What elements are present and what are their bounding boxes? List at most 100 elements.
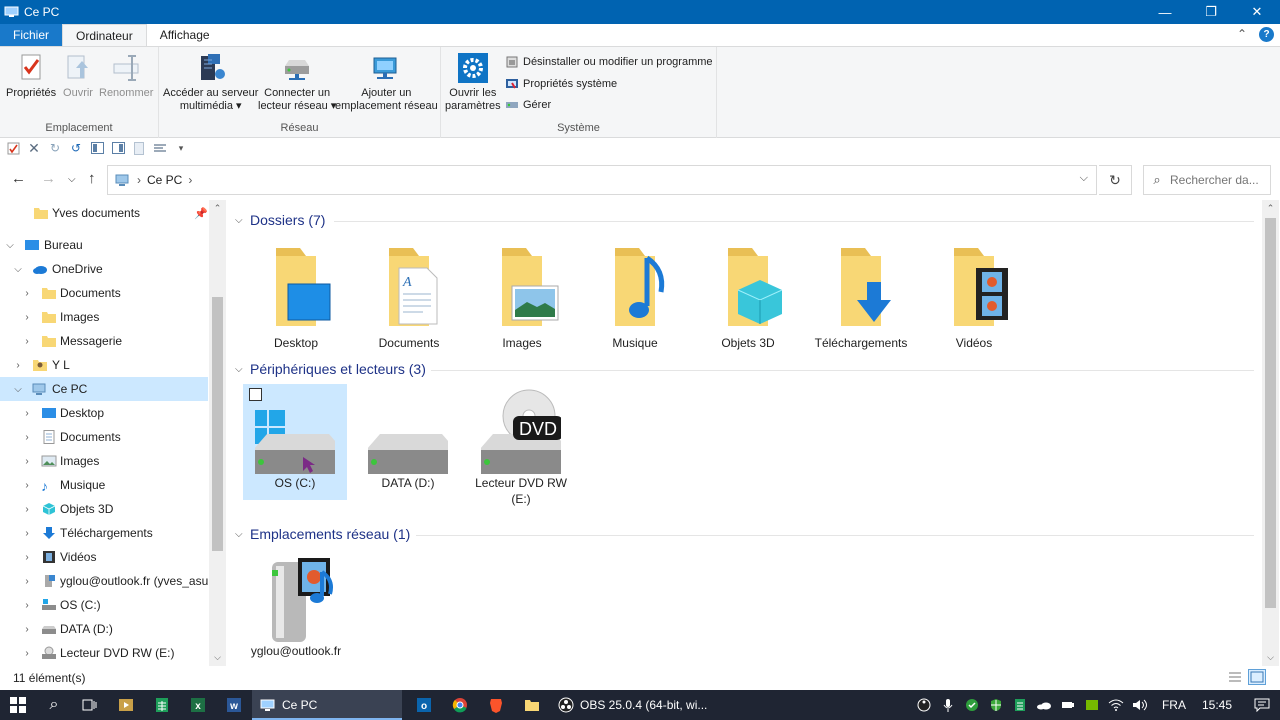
address-dropdown-icon[interactable]: ⌵: [1080, 172, 1088, 185]
chevron-down-icon[interactable]: ⌵: [12, 384, 24, 395]
chevron-right-icon[interactable]: ›: [21, 600, 33, 611]
drive-d[interactable]: DATA (D:): [356, 384, 460, 491]
scroll-up-icon[interactable]: ⌃: [1262, 203, 1279, 214]
chevron-right-icon[interactable]: ›: [21, 456, 33, 467]
up-arrow-icon[interactable]: ↑: [88, 170, 96, 187]
layout-icon[interactable]: [153, 141, 167, 155]
pane-icon[interactable]: [90, 141, 104, 155]
taskbar-app-media[interactable]: [108, 690, 144, 720]
tab-computer[interactable]: Ordinateur: [62, 24, 147, 46]
refresh-button[interactable]: ↻: [1099, 165, 1132, 195]
chevron-down-icon[interactable]: ⌵: [4, 240, 16, 251]
nav-item-onedrive-images[interactable]: › Images: [0, 305, 208, 329]
taskbar-app-outlook[interactable]: o: [406, 690, 442, 720]
folder-images[interactable]: Images: [470, 244, 574, 351]
add-network-location-button[interactable]: Ajouter un emplacement réseau: [335, 52, 438, 113]
map-network-drive-button[interactable]: Connecter un lecteur réseau ▾: [258, 52, 336, 113]
microphone-icon[interactable]: [936, 690, 960, 720]
large-icons-view-button[interactable]: [1248, 669, 1266, 685]
chevron-down-icon[interactable]: ⌵: [235, 364, 243, 375]
taskbar-app-sheets[interactable]: [144, 690, 180, 720]
taskbar-clock[interactable]: 15:45: [1202, 698, 1232, 712]
sheet-tray-icon[interactable]: [1008, 690, 1032, 720]
wifi-icon[interactable]: [1104, 690, 1128, 720]
taskbar-app-obs[interactable]: OBS 25.0.4 (64-bit, wi...: [550, 690, 715, 720]
chevron-right-icon[interactable]: ›: [21, 432, 33, 443]
chevron-right-icon[interactable]: ›: [21, 576, 33, 587]
scroll-down-icon[interactable]: ⌵: [1262, 652, 1279, 663]
chevron-right-icon[interactable]: ›: [21, 288, 33, 299]
maximize-button[interactable]: ❐: [1188, 0, 1234, 24]
nav-item-bureau[interactable]: ⌵ Bureau: [0, 233, 208, 257]
taskbar-app-chrome[interactable]: [442, 690, 478, 720]
chevron-right-icon[interactable]: ›: [21, 624, 33, 635]
taskbar-app-explorer[interactable]: Ce PC: [252, 690, 402, 720]
tab-view[interactable]: Affichage: [147, 24, 223, 46]
nav-item-onedrive-documents[interactable]: › Documents: [0, 281, 208, 305]
nav-item-pc-downloads[interactable]: › Téléchargements: [0, 521, 208, 545]
nav-item-user-yl[interactable]: › Y L: [0, 353, 208, 377]
address-bar[interactable]: › Ce PC › ⌵: [107, 165, 1097, 195]
taskbar-app-brave[interactable]: [478, 690, 514, 720]
scroll-down-icon[interactable]: ⌵: [209, 652, 226, 663]
preview-pane-icon[interactable]: [111, 141, 125, 155]
nav-item-onedrive[interactable]: ⌵ OneDrive: [0, 257, 208, 281]
customize-toolbar-icon[interactable]: ▾: [174, 141, 188, 155]
chevron-right-icon[interactable]: ›: [21, 336, 33, 347]
notifications-icon[interactable]: [1244, 690, 1280, 720]
taskbar-app-excel[interactable]: x: [180, 690, 216, 720]
chevron-right-icon[interactable]: ›: [21, 408, 33, 419]
task-view-button[interactable]: [72, 690, 108, 720]
nav-item-messagerie[interactable]: › Messagerie: [0, 329, 208, 353]
scroll-up-icon[interactable]: ⌃: [209, 203, 226, 214]
nav-item-this-pc[interactable]: ⌵ Ce PC: [0, 377, 208, 401]
section-devices-header[interactable]: ⌵ Périphériques et lecteurs (3): [235, 361, 426, 377]
properties-button[interactable]: Propriétés: [6, 52, 56, 100]
section-folders-header[interactable]: ⌵ Dossiers (7): [235, 212, 325, 228]
nav-item-drive-e[interactable]: › Lecteur DVD RW (E:): [0, 641, 208, 665]
nav-item-pc-documents[interactable]: › Documents: [0, 425, 208, 449]
section-network-header[interactable]: ⌵ Emplacements réseau (1): [235, 526, 410, 542]
media-server-button[interactable]: Accéder au serveur multimédia ▾: [163, 52, 258, 113]
tab-file[interactable]: Fichier: [0, 24, 63, 46]
page-icon[interactable]: [132, 141, 146, 155]
nav-item-network-location[interactable]: › yglou@outlook.fr (yves_asus: [0, 569, 208, 593]
usb-drive-icon[interactable]: [1056, 690, 1080, 720]
taskbar-app-folder[interactable]: [514, 690, 550, 720]
nav-item-drive-d[interactable]: › DATA (D:): [0, 617, 208, 641]
manage-button[interactable]: Gérer: [505, 98, 551, 112]
system-properties-button[interactable]: Propriétés système: [505, 77, 617, 91]
start-button[interactable]: [0, 690, 36, 720]
nav-scrollbar[interactable]: ⌃ ⌵: [209, 200, 226, 666]
chevron-right-icon[interactable]: ›: [21, 480, 33, 491]
green-check-icon[interactable]: [960, 690, 984, 720]
minimize-button[interactable]: —: [1142, 0, 1188, 24]
network-location-yglou[interactable]: yglou@outlook.fr: [244, 552, 348, 659]
redo-icon[interactable]: ↻: [48, 141, 62, 155]
volume-icon[interactable]: [1128, 690, 1152, 720]
nav-item-drive-c[interactable]: › OS (C:): [0, 593, 208, 617]
drive-c[interactable]: OS (C:): [243, 384, 347, 500]
content-scrollbar[interactable]: ⌃ ⌵: [1262, 200, 1279, 666]
properties-small-icon[interactable]: [6, 141, 20, 155]
chevron-down-icon[interactable]: ⌵: [235, 529, 243, 540]
collapse-ribbon-icon[interactable]: ⌃: [1237, 27, 1247, 42]
content-scroll-thumb[interactable]: [1265, 218, 1276, 608]
folder-downloads[interactable]: Téléchargements: [809, 244, 913, 351]
nav-scroll-thumb[interactable]: [212, 297, 223, 551]
taskbar-app-word[interactable]: w: [216, 690, 252, 720]
pin-icon[interactable]: 📌: [194, 207, 208, 220]
keyboard-language[interactable]: FRA: [1162, 698, 1186, 712]
drive-e[interactable]: DVD Lecteur DVD RW (E:): [469, 384, 573, 507]
chevron-down-icon[interactable]: ⌵: [235, 215, 243, 226]
nav-item-yves-documents[interactable]: Yves documents 📌: [0, 201, 208, 225]
uninstall-program-button[interactable]: Désinstaller ou modifier un programme: [505, 55, 713, 69]
folder-3d-objects[interactable]: Objets 3D: [696, 244, 800, 351]
nav-item-pc-music[interactable]: › ♪ Musique: [0, 473, 208, 497]
onedrive-cloud-icon[interactable]: [1032, 690, 1056, 720]
folder-music[interactable]: Musique: [583, 244, 687, 351]
nav-item-pc-videos[interactable]: › Vidéos: [0, 545, 208, 569]
chevron-right-icon[interactable]: ›: [21, 648, 33, 659]
taskbar-search-button[interactable]: ⌕: [36, 690, 72, 720]
chevron-down-icon[interactable]: ⌵: [12, 264, 24, 275]
